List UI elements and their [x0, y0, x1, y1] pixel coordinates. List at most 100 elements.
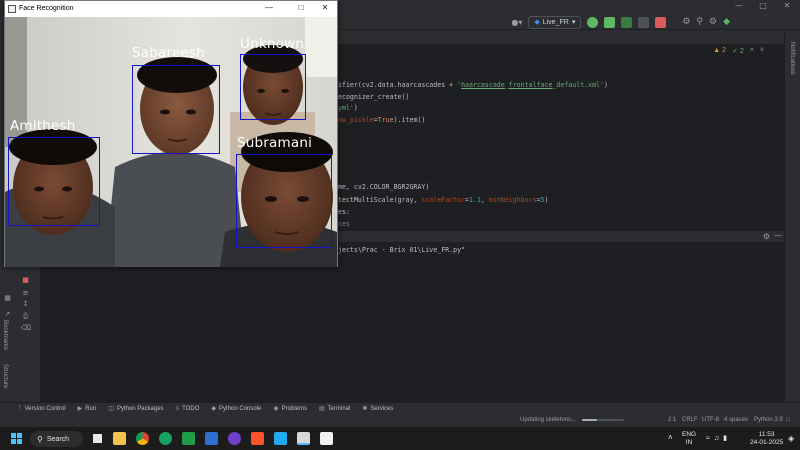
- code-line: me, cv2.COLOR_BGR2GRAY): [338, 183, 430, 191]
- whatsapp-icon[interactable]: [159, 432, 172, 445]
- github-icon[interactable]: [228, 432, 241, 445]
- stop-icon[interactable]: [655, 16, 667, 28]
- tool-tab-terminal[interactable]: ▤ Terminal: [319, 405, 350, 413]
- code-editor[interactable]: ▲ 2 ✓ 2 ˄ ˅ ifier(cv2.data.haarcascades …: [338, 30, 784, 230]
- notification-bell-icon[interactable]: ◈: [788, 434, 794, 443]
- windows-start-icon[interactable]: [11, 433, 23, 445]
- face-recognition-window-icon[interactable]: [297, 432, 310, 445]
- minimize-icon[interactable]: —: [732, 1, 746, 10]
- face-box-sabareesh: [132, 65, 220, 154]
- desktop-screen: ●▾ ◆ Live_FR ▾ ⚙ ⚲ ⚙ ◆ — □ ✕ ▲ 2 ✓ 2 ˄ ˅…: [0, 0, 800, 450]
- face-label-unknown: Unknown: [240, 36, 305, 52]
- notepad-icon[interactable]: [320, 432, 333, 445]
- gear-icon[interactable]: ⚙: [763, 232, 770, 241]
- code-line: ow_pickle=True).item(): [338, 116, 426, 124]
- maximize-icon[interactable]: □: [295, 3, 307, 12]
- task-view-icon[interactable]: [91, 432, 104, 445]
- inspection-widget[interactable]: ▲ 2 ✓ 2 ˄ ˅: [713, 47, 764, 55]
- tool-tab-run[interactable]: ▶ Run: [78, 405, 97, 413]
- taskbar-search-label: Search: [46, 435, 70, 443]
- background-task-label[interactable]: Updating skeletons...: [520, 417, 576, 423]
- ide-toolbar: ●▾ ◆ Live_FR ▾ ⚙ ⚲ ⚙ ◆: [511, 14, 730, 30]
- caret-position[interactable]: 2:1: [668, 417, 676, 423]
- chevron-down-icon[interactable]: ˅: [760, 47, 764, 55]
- network-volume-battery-icons[interactable]: ≈♫▮: [706, 434, 731, 442]
- ide-settings-icon[interactable]: ⚙: [709, 17, 717, 27]
- tool-tab-version-control[interactable]: ᛉ Version Control: [18, 406, 66, 412]
- pin-icon[interactable]: ➚: [3, 310, 12, 319]
- coverage-icon[interactable]: [621, 16, 633, 28]
- warning-count: ▲ 2: [713, 47, 727, 54]
- file-explorer-icon[interactable]: [113, 432, 126, 445]
- search-icon: ⚲: [37, 434, 43, 444]
- structure-tab[interactable]: Structure: [2, 364, 8, 388]
- packages-icon: ◫: [108, 406, 114, 412]
- tool-tab-todo[interactable]: ≡ TODO: [176, 406, 200, 412]
- indent-setting[interactable]: 4 spaces: [724, 417, 748, 423]
- notifications-tab[interactable]: Notifications: [789, 42, 795, 75]
- minimize-icon[interactable]: —: [263, 3, 275, 12]
- right-tool-strip: Notifications: [784, 30, 800, 402]
- python-interpreter[interactable]: Python 3.9: [754, 417, 783, 423]
- maximize-icon[interactable]: □: [756, 1, 770, 10]
- windows-taskbar: ⚲ Search ˄ ENG IN ≈♫▮ 11:53 24-01-2025 ◈: [0, 426, 800, 450]
- camera-frame: Sabareesh Unknown Amithesh Subramani: [5, 17, 337, 267]
- code-line: ces: [338, 220, 350, 228]
- background-task-progress: [582, 419, 624, 421]
- lock-icon[interactable]: □: [786, 417, 790, 423]
- code-line: ecognizer_create(): [338, 93, 410, 101]
- ok-count: ✓ 2: [732, 48, 744, 55]
- bottom-tool-tabs: ᛉ Version Control ▶ Run ◫ Python Packages ≡…: [0, 402, 800, 414]
- left-tool-strip: Bookmarks Structure: [0, 270, 12, 402]
- tool-tab-python-packages[interactable]: ◫ Python Packages: [108, 405, 163, 413]
- layout-icon[interactable]: ▦: [3, 294, 12, 303]
- tool-tab-services[interactable]: ✱ Services: [362, 405, 393, 413]
- chrome-icon[interactable]: [136, 432, 149, 445]
- run-config-label: Live_FR: [542, 18, 569, 26]
- problems-icon: ◉: [273, 406, 279, 412]
- run-icon[interactable]: [587, 16, 599, 28]
- todo-icon: ≡: [175, 405, 180, 412]
- vscode-icon[interactable]: [274, 432, 287, 445]
- pycharm-icon[interactable]: [182, 432, 195, 445]
- search-everywhere-icon[interactable]: ⚲: [696, 17, 703, 27]
- account-icon[interactable]: ●▾: [511, 18, 522, 27]
- print-icon[interactable]: ⎙: [21, 312, 30, 321]
- tool-tab-python-console[interactable]: ◆ Python Console: [211, 405, 261, 413]
- bookmarks-tab[interactable]: Bookmarks: [2, 320, 8, 350]
- code-line: yml'): [338, 104, 358, 112]
- code-line: es:: [338, 208, 350, 216]
- settings-icon[interactable]: ⚙: [682, 17, 690, 27]
- brave-icon[interactable]: [251, 432, 264, 445]
- run-config-selector[interactable]: ◆ Live_FR ▾: [528, 15, 582, 29]
- scroll-to-end-icon[interactable]: ↧: [21, 300, 30, 309]
- fr-title-bar[interactable]: Face Recognition — □ ✕: [5, 1, 337, 17]
- profile-icon[interactable]: [638, 16, 650, 28]
- taskbar-clock[interactable]: 11:53 24-01-2025: [750, 431, 783, 447]
- close-icon[interactable]: ✕: [319, 3, 331, 12]
- debug-icon[interactable]: [604, 16, 616, 28]
- face-recognition-window[interactable]: Face Recognition — □ ✕ Sabareesh Unknown…: [4, 0, 338, 267]
- soft-wrap-icon[interactable]: ≡: [21, 289, 30, 298]
- hide-panel-icon[interactable]: —: [774, 231, 782, 240]
- language-indicator[interactable]: ENG IN: [682, 431, 696, 447]
- chevron-up-icon[interactable]: ˄: [750, 47, 754, 55]
- fr-window-title: Face Recognition: [19, 5, 74, 12]
- console-command-line: jects\Prac - Brix 01\Live_FR.py": [338, 246, 466, 254]
- jetbrains-logo-icon: ◆: [723, 17, 730, 27]
- chevron-down-icon: ▾: [571, 19, 576, 26]
- close-icon[interactable]: ✕: [780, 1, 794, 10]
- face-label-sabareesh: Sabareesh: [132, 45, 205, 61]
- stop-run-icon[interactable]: ■: [21, 276, 30, 285]
- line-separator[interactable]: CRLF: [682, 417, 698, 423]
- delete-icon[interactable]: ⌫: [21, 324, 31, 333]
- ide-status-bar: Updating skeletons... 2:1 CRLF UTF-8 4 s…: [0, 414, 800, 426]
- taskbar-search[interactable]: ⚲ Search: [30, 431, 83, 447]
- tool-tab-problems[interactable]: ◉ Problems: [273, 405, 307, 413]
- chevron-up-icon[interactable]: ˄: [668, 433, 673, 442]
- code-line: tectMultiScale(gray, scaleFactor=1.1, mi…: [338, 196, 549, 204]
- file-encoding[interactable]: UTF-8: [702, 417, 719, 423]
- mail-icon[interactable]: [205, 432, 218, 445]
- python-config-icon: ◆: [534, 19, 540, 26]
- check-icon: ✓: [732, 48, 738, 55]
